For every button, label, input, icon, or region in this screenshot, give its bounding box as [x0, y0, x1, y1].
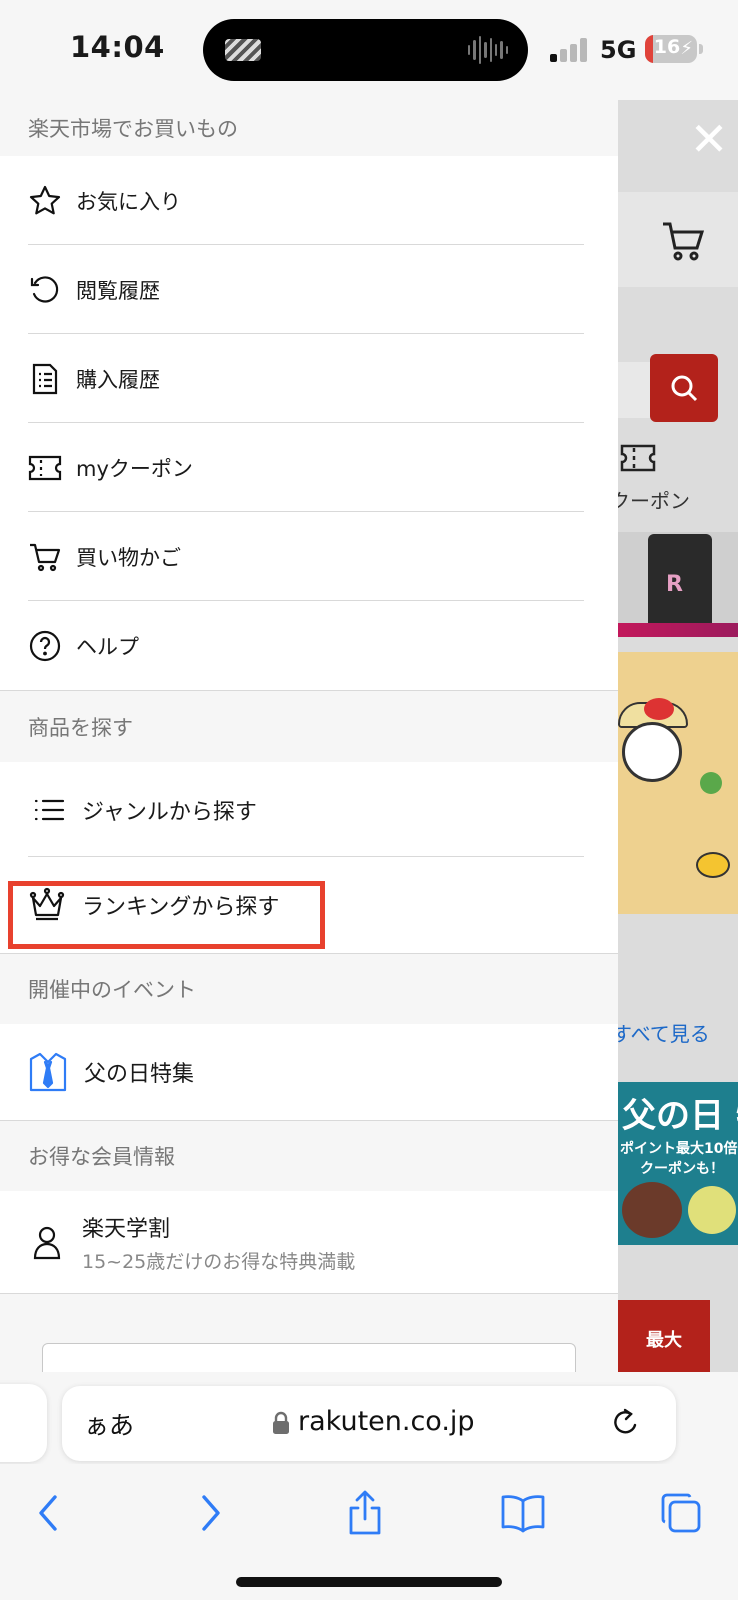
menu-item-fathers-day[interactable]: 父の日特集 — [0, 1024, 618, 1120]
share-button[interactable] — [340, 1488, 390, 1538]
menu-item-search-by-genre[interactable]: ジャンルから探す — [0, 762, 618, 857]
background-search-input[interactable] — [618, 362, 650, 418]
menu-item-purchase-history[interactable]: 購入履歴 — [0, 334, 618, 423]
panda-illustration-banner[interactable] — [618, 652, 738, 914]
menu-item-browsing-history[interactable]: 閲覧履歴 — [0, 245, 618, 334]
cart-icon — [30, 543, 61, 571]
menu-item-rakuten-student[interactable]: 楽天学割 15~25歳だけのお得な特典満載 — [0, 1191, 618, 1293]
menu-item-label: 楽天学割 — [82, 1216, 171, 1242]
forward-button[interactable] — [185, 1488, 235, 1538]
search-menu-group: ジャンルから探す ランキングから探す — [0, 762, 618, 954]
background-page: ✕ クーポン R すべて見る 父の日 特集 ポ — [618, 100, 738, 1372]
star-icon — [29, 185, 61, 214]
url-text: rakuten.co.jp — [298, 1406, 475, 1437]
fathers-day-banner[interactable]: 父の日 特集 ポイント最大10倍や クーポンも！ — [618, 1082, 738, 1245]
book-icon — [501, 1495, 545, 1533]
phone-logo-mark: R — [666, 572, 683, 597]
menu-item-help[interactable]: ヘルプ — [0, 601, 618, 690]
chevron-right-icon — [202, 1495, 220, 1531]
smartphone-banner[interactable]: R — [618, 532, 738, 637]
red-banner-text: 最大 — [646, 1330, 682, 1351]
tabs-button[interactable] — [656, 1488, 706, 1538]
fathers-banner-line2: クーポンも！ — [640, 1161, 724, 1177]
chevron-left-icon — [39, 1495, 57, 1531]
crown-icon — [29, 887, 65, 921]
history-icon — [30, 275, 59, 303]
menu-item-text: 楽天学割 15~25歳だけのお得な特典満載 — [82, 1211, 355, 1274]
phone-screen: 14:04 5G 16 ⚡ ✕ クーポン R すべて見る 父の日 ポイント最大1… — [0, 0, 738, 1600]
menu-item-label: お気に入り — [76, 189, 181, 214]
menu-item-favorites[interactable]: お気に入り — [0, 156, 618, 245]
menu-item-search-by-ranking[interactable]: ランキングから探す — [0, 857, 618, 953]
melon-image — [688, 1186, 736, 1234]
drawer-bottom-card[interactable] — [42, 1343, 576, 1372]
menu-item-sublabel: 15~25歳だけのお得な特典満載 — [82, 1250, 356, 1273]
search-icon — [671, 375, 698, 402]
menu-item-label: ヘルプ — [76, 634, 139, 659]
menu-item-label: 父の日特集 — [84, 1062, 195, 1087]
share-icon — [349, 1490, 381, 1535]
cart-icon[interactable] — [660, 218, 706, 264]
events-menu-group: 父の日特集 — [0, 1024, 618, 1121]
hat-item-shape — [696, 852, 730, 878]
menu-item-my-coupon[interactable]: myクーポン — [0, 423, 618, 512]
receipt-icon — [32, 363, 58, 394]
background-coupon-label[interactable]: クーポン — [618, 485, 730, 514]
section-header-events: 開催中のイベント — [0, 954, 618, 1024]
menu-item-label: 閲覧履歴 — [76, 278, 160, 303]
banner-stripe — [618, 623, 738, 637]
browser-toolbar — [0, 1464, 738, 1600]
member-menu-group: 楽天学割 15~25歳だけのお得な特典満載 — [0, 1191, 618, 1294]
menu-item-label: 買い物かご — [76, 545, 181, 570]
home-indicator — [236, 1577, 502, 1587]
status-clock: 14:04 — [70, 30, 165, 64]
lock-icon — [273, 1411, 289, 1434]
red-promo-banner[interactable]: 最大 — [618, 1300, 710, 1372]
background-search-button[interactable] — [650, 354, 718, 422]
shirt-tie-icon — [29, 1052, 67, 1092]
section-header-search-products: 商品を探す — [0, 691, 618, 762]
now-playing-artwork — [225, 39, 261, 61]
browser-url-area: ぁあ rakuten.co.jp — [0, 1372, 738, 1464]
clover-shape — [700, 772, 722, 794]
menu-item-label: ランキングから探す — [82, 895, 280, 920]
previous-tab-card[interactable] — [0, 1384, 47, 1462]
address-bar[interactable]: ぁあ rakuten.co.jp — [62, 1386, 676, 1461]
bookmarks-button[interactable] — [498, 1488, 548, 1538]
section-header-member-info: お得な会員情報 — [0, 1121, 618, 1191]
network-type: 5G — [600, 36, 637, 64]
list-icon — [34, 799, 65, 820]
panda-shape — [622, 722, 682, 782]
menu-item-label: ジャンルから探す — [82, 799, 257, 825]
dynamic-island — [203, 19, 528, 81]
food-image — [622, 1182, 682, 1238]
menu-item-label: 購入履歴 — [76, 367, 160, 392]
back-button[interactable] — [24, 1488, 74, 1538]
battery-cap — [699, 44, 703, 54]
page-settings-button[interactable]: ぁあ — [84, 1406, 134, 1442]
see-all-link[interactable]: すべて見る — [618, 1018, 710, 1047]
person-icon — [33, 1226, 61, 1260]
charging-bolt-icon: ⚡ — [680, 38, 693, 59]
coupon-icon — [28, 455, 62, 480]
side-drawer-menu: 楽天市場でお買いもの お気に入り 閲覧履歴 購入履歴 myクーポン 買い物かご — [0, 100, 618, 1372]
audio-waveform-icon — [468, 35, 508, 65]
section-header-shopping: 楽天市場でお買いもの — [0, 100, 618, 156]
fathers-banner-title: 父の日 特集 — [622, 1096, 738, 1136]
coupon-icon — [620, 444, 656, 472]
ladybug-shape — [644, 698, 674, 720]
battery-icon: 16 ⚡ — [645, 35, 697, 63]
help-icon — [29, 630, 61, 661]
reload-icon[interactable] — [608, 1406, 642, 1440]
shopping-menu-group: お気に入り 閲覧履歴 購入履歴 myクーポン 買い物かご ヘルプ — [0, 156, 618, 691]
menu-item-label: myクーポン — [76, 456, 193, 481]
close-drawer-button[interactable]: ✕ — [684, 114, 734, 164]
menu-item-shopping-cart[interactable]: 買い物かご — [0, 512, 618, 601]
tabs-icon — [661, 1493, 701, 1533]
cellular-signal-icon — [550, 38, 590, 62]
status-bar: 14:04 5G 16 ⚡ — [0, 0, 738, 100]
fathers-banner-line1: ポイント最大10倍や — [620, 1141, 738, 1157]
